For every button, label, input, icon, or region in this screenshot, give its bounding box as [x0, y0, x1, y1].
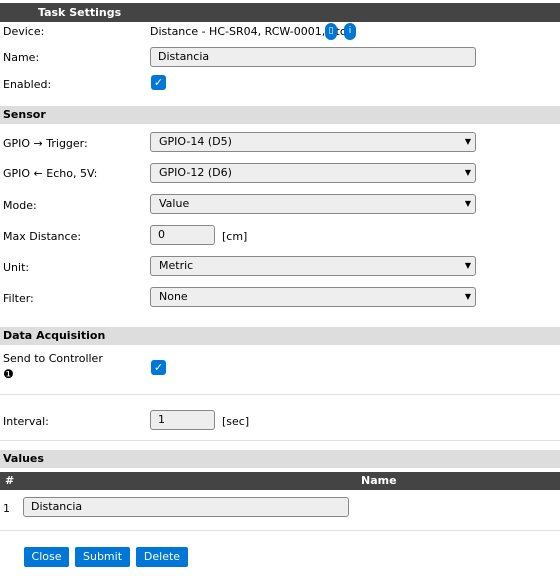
dropdown-arrow-icon: ▼ — [464, 168, 471, 177]
name-input[interactable]: Distancia — [150, 47, 476, 67]
unit-label: Unit: — [3, 261, 30, 274]
max-distance-input[interactable]: 0 — [150, 225, 215, 245]
echo-select-value: GPIO-12 (D6) — [159, 166, 232, 179]
device-doc-button[interactable]: ▯ — [325, 23, 337, 40]
mode-select[interactable]: Value ▼ — [150, 194, 476, 214]
mode-label: Mode: — [3, 199, 37, 212]
filter-select[interactable]: None ▼ — [150, 287, 476, 307]
info-icon: i — [348, 26, 352, 36]
data-acquisition-section-title: Data Acquisition — [3, 329, 106, 342]
values-section-title: Values — [3, 452, 44, 465]
filter-select-value: None — [159, 290, 188, 303]
submit-button[interactable]: Submit — [75, 547, 130, 567]
send-to-controller-label: Send to Controller — [3, 352, 103, 365]
document-icon: ▯ — [328, 26, 334, 36]
interval-input[interactable]: 1 — [150, 410, 215, 430]
dropdown-arrow-icon: ▼ — [464, 292, 471, 301]
device-info-button[interactable]: i — [344, 23, 356, 40]
task-settings-header: Task Settings — [0, 3, 560, 22]
unit-select-value: Metric — [159, 259, 194, 272]
sensor-section-header: Sensor — [0, 106, 560, 124]
interval-unit: [sec] — [222, 415, 250, 428]
values-col-index: # — [5, 474, 15, 487]
send-to-controller-checkbox[interactable]: ✓ — [151, 360, 166, 375]
interval-label: Interval: — [3, 415, 49, 428]
divider — [0, 394, 560, 395]
name-label: Name: — [3, 51, 40, 64]
checkmark-icon: ✓ — [153, 76, 164, 89]
trigger-select-value: GPIO-14 (D5) — [159, 135, 232, 148]
enabled-checkbox[interactable]: ✓ — [151, 75, 166, 90]
controller-index-badge: ❶ — [3, 367, 14, 381]
echo-select[interactable]: GPIO-12 (D6) ▼ — [150, 163, 476, 183]
task-settings-title: Task Settings — [38, 6, 122, 19]
divider — [0, 530, 560, 531]
dropdown-arrow-icon: ▼ — [464, 199, 471, 208]
unit-select[interactable]: Metric ▼ — [150, 256, 476, 276]
divider — [0, 440, 560, 441]
max-distance-unit: [cm] — [222, 230, 248, 243]
filter-label: Filter: — [3, 292, 34, 305]
max-distance-label: Max Distance: — [3, 230, 82, 243]
mode-select-value: Value — [159, 197, 190, 210]
sensor-section-title: Sensor — [3, 108, 46, 121]
checkmark-icon: ✓ — [153, 361, 164, 374]
close-button[interactable]: Close — [24, 547, 69, 567]
value-name-input[interactable]: Distancia — [23, 497, 349, 517]
data-acquisition-section-header: Data Acquisition — [0, 327, 560, 345]
value-row-index: 1 — [3, 502, 10, 515]
trigger-label: GPIO → Trigger: — [3, 137, 88, 150]
values-table-header: # Name — [0, 472, 560, 490]
enabled-label: Enabled: — [3, 78, 52, 91]
values-col-name: Name — [361, 474, 397, 487]
values-section-header: Values — [0, 450, 560, 468]
echo-label: GPIO ← Echo, 5V: — [3, 167, 98, 180]
dropdown-arrow-icon: ▼ — [464, 261, 471, 270]
delete-button[interactable]: Delete — [136, 547, 188, 567]
dropdown-arrow-icon: ▼ — [464, 137, 471, 146]
device-value: Distance - HC-SR04, RCW-0001, etc. — [150, 25, 350, 38]
trigger-select[interactable]: GPIO-14 (D5) ▼ — [150, 132, 476, 152]
device-label: Device: — [3, 25, 45, 38]
